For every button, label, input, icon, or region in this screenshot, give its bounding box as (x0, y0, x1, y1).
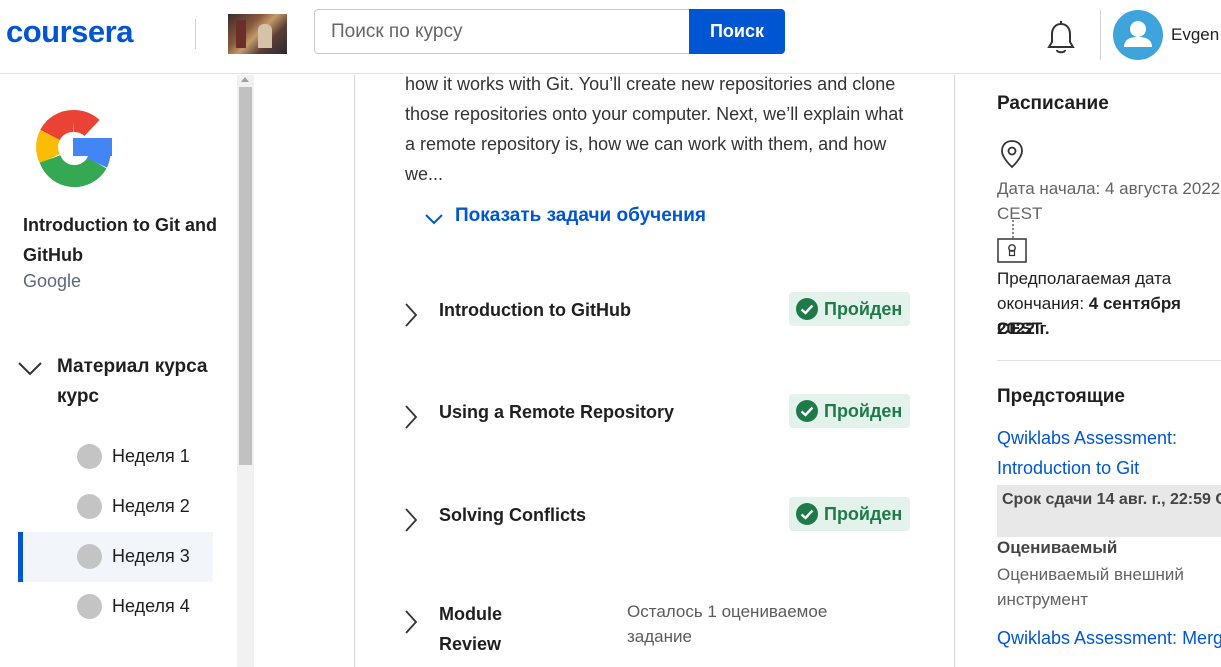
week-progress-icon (77, 544, 102, 569)
module-title: Module Review (439, 604, 502, 654)
due-date-label: Срок сдачи 14 авг. г., 22:59 CEST (1002, 491, 1221, 508)
check-circle-icon (796, 298, 818, 320)
week-progress-icon (77, 594, 102, 619)
header-divider (1100, 10, 1101, 60)
sidebar-item-week-3[interactable]: Неделя 3 (18, 532, 213, 582)
start-date: Дата начала: 4 августа 2022 г. (997, 179, 1221, 198)
top-header: coursera Поиск Evgen (0, 0, 1221, 74)
user-name[interactable]: Evgen (1171, 25, 1219, 45)
week-progress-icon (77, 494, 102, 519)
scrollbar-thumb[interactable] (239, 87, 252, 465)
chevron-right-icon (405, 405, 418, 429)
search-button[interactable]: Поиск (689, 9, 785, 54)
course-title[interactable]: Introduction to Git and GitHub (23, 210, 223, 270)
course-thumbnail[interactable] (228, 14, 287, 54)
upcoming-assignment-link[interactable]: Qwiklabs Assessment: Introduction to Git (997, 423, 1221, 483)
course-material-label: Материал курса курс (57, 356, 208, 407)
status-label: Пройден (824, 299, 903, 319)
module-item[interactable]: Solving Conflicts Пройден (400, 497, 915, 547)
coursera-logo[interactable]: coursera (6, 14, 133, 50)
check-circle-icon (796, 400, 818, 422)
timeline-connector (1012, 220, 1014, 238)
check-circle-icon (796, 503, 818, 525)
module-item[interactable]: Using a Remote Repository Пройден (400, 394, 915, 444)
module-title: Introduction to GitHub (439, 300, 631, 320)
user-avatar[interactable] (1113, 10, 1163, 60)
search-input[interactable] (314, 9, 690, 54)
scroll-up-icon[interactable] (241, 77, 249, 82)
week-label: Неделя 4 (112, 596, 190, 616)
module-item[interactable]: Introduction to GitHub Пройден (400, 292, 915, 342)
sidebar-item-week-1[interactable]: Неделя 1 (18, 432, 213, 482)
upcoming-assignment-link[interactable]: Qwiklabs Assessment: Merge Branches in G… (997, 623, 1221, 653)
module-title: Using a Remote Repository (439, 402, 675, 422)
due-date-badge: Срок сдачи 14 авг. г., 22:59 CEST (997, 485, 1221, 537)
calendar-lock-icon (997, 238, 1027, 263)
week-label: Неделя 1 (112, 446, 190, 466)
status-badge: Пройден (789, 497, 910, 531)
graded-description: Оцениваемый внешний инструмент (997, 565, 1184, 609)
sidebar-scrollbar[interactable] (237, 75, 254, 667)
schedule-panel: Расписание Дата начала: 4 августа 2022 г… (955, 75, 1221, 667)
content-divider (354, 75, 355, 667)
graded-heading: Оцениваемый (997, 538, 1118, 557)
user-icon (1124, 21, 1152, 47)
week-label: Неделя 3 (112, 546, 190, 566)
remaining-graded-note: Осталось 1 оцениваемое задание (627, 602, 828, 646)
chevron-right-icon (405, 508, 418, 532)
upcoming-heading: Предстоящие (997, 386, 1125, 407)
panel-divider (997, 360, 1221, 361)
chevron-down-icon (18, 362, 42, 376)
sidebar-item-week-2[interactable]: Неделя 2 (18, 482, 213, 532)
chevron-right-icon (405, 303, 418, 327)
chevron-down-icon (425, 214, 443, 225)
schedule-heading: Расписание (997, 93, 1109, 114)
sidebar-item-week-4[interactable]: Неделя 4 (18, 582, 213, 632)
status-badge: Пройден (789, 394, 910, 428)
module-description: how it works with Git. You’ll create new… (405, 74, 904, 184)
show-learning-objectives-label: Показать задачи обучения (455, 205, 706, 226)
week-progress-icon (77, 444, 102, 469)
course-organization: Google (23, 271, 82, 291)
notification-bell-icon[interactable] (1044, 20, 1078, 56)
course-sidebar: Introduction to Git and GitHub Google Ма… (0, 75, 237, 667)
location-pin-icon (1001, 140, 1023, 169)
header-divider (195, 19, 196, 49)
status-label: Пройден (824, 504, 903, 524)
status-label: Пройден (824, 401, 903, 421)
status-badge: Пройден (789, 292, 910, 326)
week-label: Неделя 2 (112, 496, 190, 516)
module-item[interactable]: Module Review Осталось 1 оцениваемое зад… (400, 599, 915, 667)
module-title: Solving Conflicts (439, 505, 587, 525)
end-timezone: CEST (997, 319, 1043, 338)
chevron-right-icon (405, 610, 418, 634)
start-timezone: CEST (997, 204, 1043, 223)
google-logo-icon (36, 110, 112, 188)
